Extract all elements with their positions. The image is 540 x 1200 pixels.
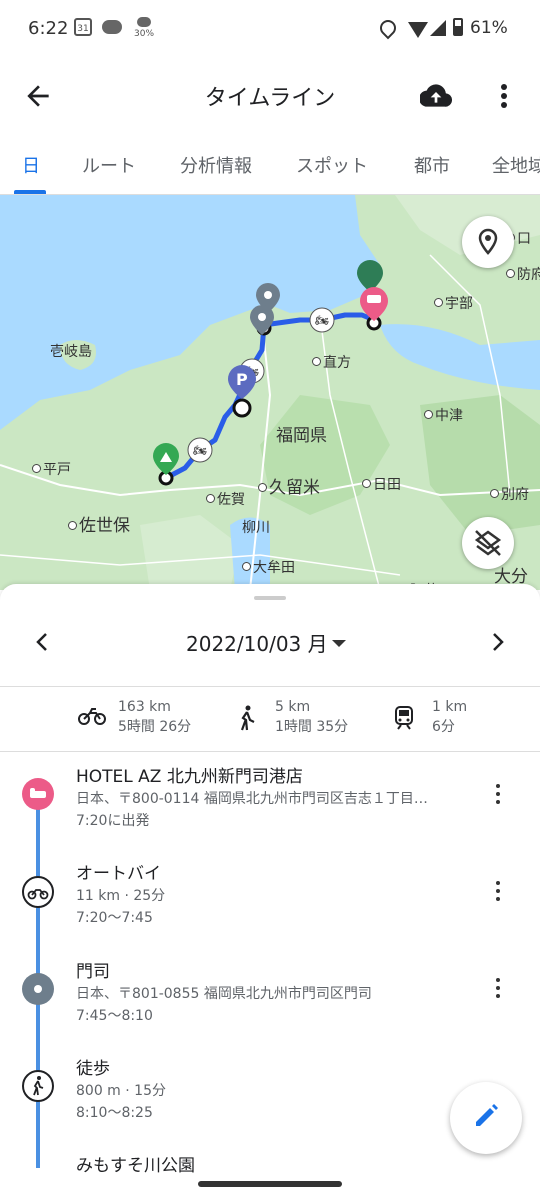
- cloud-upload-icon[interactable]: [420, 82, 452, 110]
- status-bar: 6:22 31 30% 61%: [0, 0, 540, 60]
- daily-stats: 163 km 5時間 26分 5 km 1時間 35分 1 km 6分: [0, 686, 540, 752]
- timeline-item-title[interactable]: みもすそ川公園: [76, 1151, 195, 1176]
- tab-places[interactable]: スポット: [296, 152, 368, 178]
- drag-handle[interactable]: [254, 596, 286, 600]
- motorcycle-icon: [78, 708, 106, 725]
- more-vert-icon[interactable]: [494, 80, 514, 112]
- app-bar: タイムライン: [0, 60, 540, 132]
- map-label-hita: 日田: [362, 474, 401, 494]
- timeline-item-title[interactable]: 徒歩: [76, 1054, 110, 1079]
- timeline-item-time: 7:20に出発: [76, 813, 150, 829]
- map-label-omuta: 大牟田: [242, 557, 295, 577]
- walk-icon: [240, 705, 255, 731]
- map-label-ube: 宇部: [434, 293, 473, 313]
- chevron-left-icon[interactable]: [34, 630, 50, 654]
- status-time: 6:22: [28, 18, 69, 39]
- chevron-right-icon[interactable]: [490, 630, 506, 654]
- more-vert-icon[interactable]: [494, 978, 502, 1002]
- tab-cities[interactable]: 都市: [414, 152, 450, 178]
- layers-off-icon: [474, 530, 502, 556]
- stat-distance: 5 km: [275, 699, 311, 715]
- map-label-saga: 佐賀: [206, 489, 245, 509]
- more-vert-icon[interactable]: [494, 784, 502, 808]
- pencil-icon: [476, 1104, 498, 1126]
- stat-duration: 5時間 26分: [118, 719, 192, 735]
- timeline-item-address: 日本、〒800-0114 福岡県北九州市門司区吉志１丁目…: [76, 791, 428, 807]
- walk-icon: [22, 1070, 54, 1102]
- location-icon: [376, 16, 400, 40]
- map-label-sasebo: 佐世保: [68, 511, 130, 536]
- signal-icon: [430, 20, 446, 36]
- calendar-icon: 31: [74, 18, 92, 36]
- svg-text:🏍: 🏍: [193, 444, 207, 457]
- stat-motorcycle: 163 km 5時間 26分: [78, 697, 192, 737]
- motorcycle-icon: [22, 876, 54, 908]
- svg-text:🏍: 🏍: [315, 314, 329, 327]
- stat-distance: 1 km: [432, 699, 468, 715]
- stat-walk: 5 km 1時間 35分: [240, 697, 349, 737]
- date-label[interactable]: 2022/10/03 月: [186, 628, 328, 657]
- map-label-kurume: 久留米: [258, 473, 320, 498]
- timeline-item-title[interactable]: 門司: [76, 957, 110, 982]
- rain-icon: 30%: [134, 17, 154, 39]
- tab-insights[interactable]: 分析情報: [180, 152, 252, 178]
- location-pin-button[interactable]: [462, 216, 514, 268]
- place-icon: [22, 973, 54, 1005]
- stat-train: 1 km 6分: [395, 697, 468, 737]
- hotel-icon: [22, 778, 54, 810]
- tab-bar: 日 ルート 分析情報 スポット 都市 全地域: [0, 134, 540, 195]
- location-pin-icon: [478, 228, 498, 255]
- stat-duration: 6分: [432, 719, 455, 735]
- map-label-fukuoka-pref: 福岡県: [276, 426, 327, 446]
- map-label-hirado: 平戸: [32, 459, 71, 479]
- timeline-item-time: 7:20〜7:45: [76, 910, 153, 926]
- map-label-iki: 壱岐島: [50, 344, 92, 360]
- map-label-nogata: 直方: [312, 352, 351, 372]
- battery-icon: [453, 18, 463, 36]
- map-label-nakatsu: 中津: [424, 405, 463, 425]
- train-icon: [395, 706, 413, 730]
- timeline-item-time: 7:45〜8:10: [76, 1008, 153, 1024]
- layers-off-button[interactable]: [462, 517, 514, 569]
- page-title: タイムライン: [204, 86, 336, 111]
- dropdown-caret-icon[interactable]: [332, 640, 346, 647]
- stat-duration: 1時間 35分: [275, 719, 349, 735]
- tab-day[interactable]: 日: [22, 152, 40, 178]
- route-map[interactable]: 🏍 🏍 🏍 壱岐島 平戸 佐世保 佐賀 柳川 大牟田 久留米 福岡県 直方 中津…: [0, 195, 540, 590]
- battery-percent: 61%: [470, 18, 508, 38]
- timeline-item-address: 日本、〒801-0855 福岡県北九州市門司区門司: [76, 986, 372, 1002]
- active-tab-indicator: [14, 190, 46, 194]
- rain-percent: 30%: [134, 29, 155, 39]
- map-label-beppu: 別府: [490, 484, 529, 504]
- stat-distance: 163 km: [118, 699, 171, 715]
- edit-fab[interactable]: [450, 1082, 522, 1154]
- map-label-yanagawa: 柳川: [242, 520, 270, 536]
- timeline-item-title[interactable]: オートバイ: [76, 859, 161, 884]
- wifi-icon: [408, 22, 428, 38]
- timeline-item-detail: 800 m · 15分: [76, 1083, 166, 1099]
- parking-pin-label: P: [236, 370, 248, 389]
- more-vert-icon[interactable]: [494, 881, 502, 905]
- weather-cloud-icon: [102, 20, 122, 34]
- tab-world[interactable]: 全地域: [492, 152, 540, 178]
- timeline-item-time: 8:10〜8:25: [76, 1105, 153, 1121]
- timeline-item-detail: 11 km · 25分: [76, 888, 166, 904]
- gesture-nav-bar[interactable]: [198, 1181, 342, 1187]
- tab-route[interactable]: ルート: [82, 152, 136, 178]
- timeline-item-title[interactable]: HOTEL AZ 北九州新門司港店: [76, 762, 303, 787]
